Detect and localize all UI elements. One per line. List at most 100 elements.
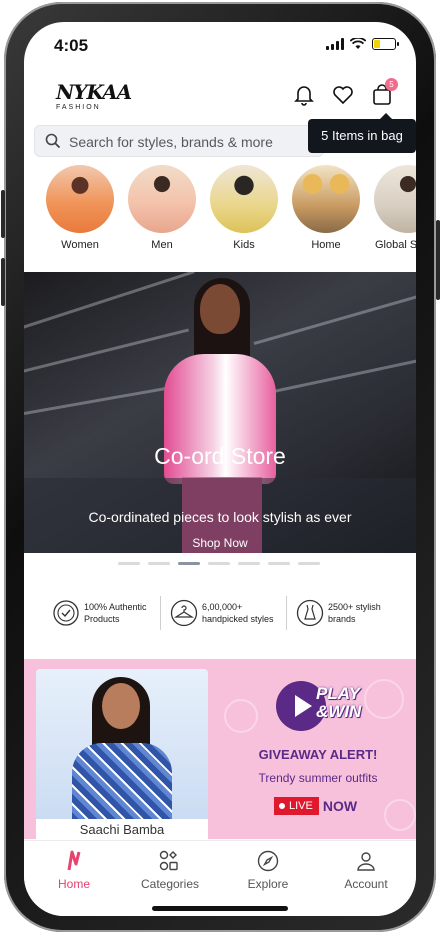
nav-label: Categories bbox=[140, 877, 200, 891]
heart-icon[interactable] bbox=[332, 85, 354, 105]
category-kids-image bbox=[210, 165, 278, 233]
usp-line2: handpicked styles bbox=[202, 614, 274, 624]
banner-decor bbox=[24, 328, 190, 375]
category-global-image bbox=[374, 165, 416, 233]
search-placeholder: Search for styles, brands & more bbox=[69, 134, 273, 150]
carousel-indicator bbox=[118, 562, 320, 565]
category-women[interactable]: Women bbox=[43, 165, 117, 251]
banner-decor bbox=[263, 356, 416, 395]
banner-decor bbox=[24, 272, 195, 335]
nav-home[interactable]: Home bbox=[34, 849, 114, 891]
promo-decor bbox=[384, 799, 416, 831]
usp-line2: Products bbox=[84, 614, 120, 624]
dress-icon bbox=[296, 599, 324, 627]
person-icon bbox=[357, 852, 375, 871]
usp-brands: 2500+ stylish brands bbox=[296, 592, 381, 634]
banner-decor bbox=[253, 292, 416, 345]
category-home-image bbox=[292, 165, 360, 233]
battery-icon bbox=[372, 38, 399, 50]
hero-banner[interactable]: Co-ord Store Co-ordinated pieces to look… bbox=[24, 272, 416, 553]
banner-subtitle: Co-ordinated pieces to look stylish as e… bbox=[88, 509, 352, 525]
category-men[interactable]: Men bbox=[125, 165, 199, 251]
usp-divider bbox=[286, 596, 287, 630]
carousel-dot[interactable] bbox=[118, 562, 140, 565]
logo-brand-text: NYKAA bbox=[56, 80, 132, 104]
category-home[interactable]: Home bbox=[289, 165, 363, 251]
home-indicator[interactable] bbox=[152, 906, 288, 911]
usp-line1: 6,00,000+ bbox=[202, 602, 243, 612]
status-time: 4:05 bbox=[54, 36, 89, 55]
live-badge: LIVE bbox=[274, 797, 319, 815]
carousel-dot[interactable] bbox=[148, 562, 170, 565]
compass-icon bbox=[257, 850, 279, 872]
live-now-label: LIVE NOW bbox=[274, 797, 357, 815]
carousel-dot[interactable] bbox=[238, 562, 260, 565]
top-app-bar: NYKAA FASHION 5 bbox=[24, 74, 416, 118]
carousel-dot-active[interactable] bbox=[178, 562, 200, 565]
usp-authentic: 100% Authentic Products bbox=[52, 592, 147, 634]
usp-divider bbox=[160, 596, 161, 630]
hanger-icon bbox=[170, 599, 198, 627]
bag-tooltip: 5 Items in bag bbox=[308, 113, 416, 153]
bag-button[interactable]: 5 bbox=[372, 78, 398, 106]
category-label: Men bbox=[151, 239, 173, 251]
record-dot-icon bbox=[279, 803, 285, 809]
nav-label: Explore bbox=[247, 877, 289, 891]
bag-count-badge: 5 bbox=[385, 78, 398, 91]
bottom-navigation: Home Categories Explore Account bbox=[24, 840, 416, 916]
giveaway-headline: GIVEAWAY ALERT! bbox=[258, 747, 378, 762]
promo-decor bbox=[224, 699, 258, 733]
influencer-name: Saachi Bamba bbox=[36, 819, 208, 839]
influencer-photo bbox=[36, 669, 208, 839]
banner-title: Co-ord Store bbox=[154, 443, 286, 469]
nykaa-fashion-logo[interactable]: NYKAA FASHION bbox=[56, 80, 132, 111]
play-win-text: PLAY &WIN bbox=[316, 685, 361, 721]
category-label: Global S bbox=[375, 239, 416, 251]
category-label: Women bbox=[61, 239, 99, 251]
nav-explore[interactable]: Explore bbox=[228, 849, 308, 891]
category-carousel: Women Men Kids Home Global S bbox=[24, 165, 416, 257]
usp-line1: 100% Authentic bbox=[84, 602, 147, 612]
usp-handpicked: 6,00,000+ handpicked styles bbox=[170, 592, 274, 634]
category-women-image bbox=[46, 165, 114, 233]
nav-categories[interactable]: Categories bbox=[130, 849, 210, 891]
banner-decor bbox=[24, 384, 182, 415]
category-label: Home bbox=[311, 239, 341, 251]
wifi-icon bbox=[350, 38, 366, 49]
app-screen: 4:05 NYKAA FASHION 5 5 Items in bag Sear… bbox=[24, 22, 416, 916]
phone-power-button bbox=[436, 220, 440, 300]
category-men-image bbox=[128, 165, 196, 233]
usp-line2: brands bbox=[328, 614, 356, 624]
influencer-figure bbox=[102, 683, 140, 729]
nykaa-n-icon bbox=[67, 850, 81, 871]
usp-line1: 2500+ stylish bbox=[328, 602, 381, 612]
banner-model bbox=[200, 284, 240, 334]
badge-check-icon bbox=[53, 600, 79, 626]
search-input[interactable]: Search for styles, brands & more bbox=[34, 125, 324, 157]
status-icons bbox=[326, 38, 399, 50]
bell-icon[interactable] bbox=[294, 84, 314, 106]
phone-side-button bbox=[1, 258, 5, 306]
usp-strip: 100% Authentic Products 6,00,000+ handpick… bbox=[24, 592, 416, 634]
play-win-promo-banner[interactable]: Saachi Bamba PLAY &WIN GIVEAWAY ALERT! Tr… bbox=[24, 659, 416, 839]
win-word: &WIN bbox=[316, 702, 362, 721]
nav-label: Account bbox=[344, 877, 388, 891]
carousel-dot[interactable] bbox=[208, 562, 230, 565]
logo-sub-text: FASHION bbox=[56, 104, 101, 111]
status-bar: 4:05 bbox=[24, 22, 416, 70]
carousel-dot[interactable] bbox=[268, 562, 290, 565]
category-kids[interactable]: Kids bbox=[207, 165, 281, 251]
live-text: LIVE bbox=[289, 800, 313, 812]
signal-icon bbox=[326, 38, 344, 50]
header-actions: 5 bbox=[294, 78, 398, 106]
promo-decor bbox=[364, 679, 404, 719]
carousel-dot[interactable] bbox=[298, 562, 320, 565]
shop-now-link[interactable]: Shop Now bbox=[24, 536, 416, 550]
category-global-store[interactable]: Global S bbox=[371, 165, 416, 251]
giveaway-subline: Trendy summer outfits bbox=[258, 771, 378, 785]
phone-side-button bbox=[1, 190, 5, 238]
nav-account[interactable]: Account bbox=[326, 849, 406, 891]
play-win-logo: PLAY &WIN bbox=[276, 681, 361, 731]
nav-label: Home bbox=[57, 877, 90, 891]
play-word: PLAY bbox=[316, 684, 361, 703]
